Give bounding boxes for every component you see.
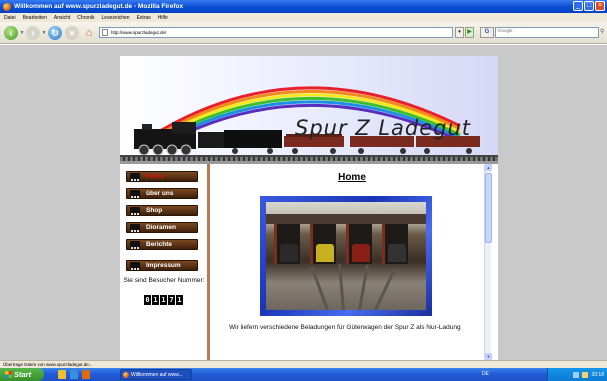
page-icon bbox=[102, 29, 108, 36]
visitor-counter: 0 1 1 7 1 bbox=[144, 295, 183, 305]
menu-extras[interactable]: Extras bbox=[137, 15, 151, 21]
nav-label: über uns bbox=[146, 190, 174, 197]
content-scrollbar[interactable]: ▲ ▼ bbox=[484, 164, 492, 360]
nav-label: Dioramen bbox=[146, 224, 176, 231]
reload-icon[interactable]: ↻ bbox=[48, 26, 62, 40]
photo-rail bbox=[374, 267, 397, 310]
main-content: Home Wir liefern verschiedene Beladungen… bbox=[213, 164, 492, 360]
description-text: Wir liefern verschiedene Beladungen für … bbox=[229, 324, 461, 331]
windows-logo-icon bbox=[5, 371, 12, 378]
counter-digit: 7 bbox=[168, 295, 175, 305]
clock: 20:18 bbox=[591, 371, 604, 378]
search-engine-icon[interactable]: G bbox=[480, 27, 494, 38]
train-illustration bbox=[134, 122, 480, 156]
photo-frame bbox=[260, 196, 432, 316]
locomotive-icon bbox=[130, 241, 140, 249]
locomotive-icon bbox=[130, 173, 140, 181]
nav-label: Berichte bbox=[146, 241, 173, 248]
site-banner: Spur Z Ladegut bbox=[120, 56, 498, 161]
taskbar-firefox-item[interactable]: Willkommen auf www... bbox=[120, 369, 192, 380]
maximize-button[interactable]: □ bbox=[584, 1, 594, 11]
start-label: Start bbox=[14, 370, 32, 379]
network-icon[interactable] bbox=[573, 371, 580, 378]
navigation-toolbar: ‹ ▼ › ▼ ↻ ✕ ⌂ ▾ ▶ G ⚲ bbox=[0, 22, 607, 44]
firefox-icon bbox=[123, 371, 129, 378]
nav-home-button[interactable]: Home bbox=[126, 171, 198, 182]
go-arrow-icon[interactable]: ▶ bbox=[465, 27, 474, 38]
roundhouse-photo bbox=[266, 202, 426, 310]
counter-digit: 1 bbox=[152, 295, 159, 305]
photo-rail bbox=[310, 266, 329, 310]
menu-chronik[interactable]: Chronik bbox=[77, 15, 94, 21]
quicklaunch-folder-icon[interactable] bbox=[58, 370, 66, 379]
address-bar[interactable] bbox=[99, 27, 453, 38]
counter-digit: 1 bbox=[176, 295, 183, 305]
close-button[interactable]: × bbox=[595, 1, 605, 11]
nav-dioramen-button[interactable]: Dioramen bbox=[126, 222, 198, 233]
menu-datei[interactable]: Datei bbox=[4, 15, 16, 21]
nav-label: Home bbox=[146, 173, 165, 180]
nav-shop-button[interactable]: Shop bbox=[126, 205, 198, 216]
locomotive-icon bbox=[130, 262, 140, 270]
browser-viewport: Spur Z Ladegut Home über uns Shop Dioram… bbox=[0, 45, 607, 360]
photo-rail bbox=[358, 264, 369, 310]
home-icon[interactable]: ⌂ bbox=[82, 26, 96, 40]
taskitem-label: Willkommen auf www... bbox=[131, 371, 183, 378]
menu-hilfe[interactable]: Hilfe bbox=[158, 15, 168, 21]
photo-rail bbox=[337, 264, 345, 310]
forward-arrow-icon[interactable]: › bbox=[26, 26, 40, 40]
windows-taskbar: Start Willkommen auf www... DE 20:18 bbox=[0, 368, 607, 381]
search-box[interactable] bbox=[495, 27, 599, 38]
back-history-dropdown-icon[interactable]: ▼ bbox=[19, 26, 25, 40]
window-title: Willkommen auf www.spurzladegut.de - Moz… bbox=[14, 3, 184, 10]
nav-impressum-button[interactable]: Impressum bbox=[126, 260, 198, 271]
scroll-down-icon[interactable]: ▼ bbox=[485, 353, 492, 360]
locomotive-icon bbox=[130, 190, 140, 198]
page-title: Home bbox=[338, 172, 366, 183]
photo-locomotive bbox=[316, 244, 334, 262]
search-icon[interactable]: ⚲ bbox=[600, 28, 604, 35]
firefox-icon bbox=[3, 2, 11, 11]
photo-roof bbox=[266, 214, 426, 224]
menu-lesezeichen[interactable]: Lesezeichen bbox=[102, 15, 130, 21]
url-dropdown-icon[interactable]: ▾ bbox=[455, 27, 464, 38]
photo-locomotive bbox=[388, 244, 406, 262]
nav-berichte-button[interactable]: Berichte bbox=[126, 239, 198, 250]
back-arrow-icon[interactable]: ‹ bbox=[4, 26, 18, 40]
menu-bar: Datei Bearbeiten Ansicht Chronik Lesezei… bbox=[0, 13, 607, 22]
left-navigation: Home über uns Shop Dioramen Berichte Imp… bbox=[120, 164, 210, 360]
menu-bearbeiten[interactable]: Bearbeiten bbox=[23, 15, 47, 21]
scroll-thumb[interactable] bbox=[485, 173, 492, 243]
scroll-up-icon[interactable]: ▲ bbox=[485, 164, 492, 171]
minimize-button[interactable]: _ bbox=[573, 1, 583, 11]
quicklaunch-browser-icon[interactable] bbox=[70, 370, 78, 379]
locomotive-icon bbox=[130, 224, 140, 232]
stop-icon[interactable]: ✕ bbox=[65, 26, 79, 40]
forward-history-dropdown-icon[interactable]: ▼ bbox=[41, 26, 47, 40]
website-container: Spur Z Ladegut Home über uns Shop Dioram… bbox=[120, 56, 498, 360]
url-input[interactable] bbox=[111, 30, 411, 35]
status-bar: Übertrage Daten von www.spurzladegut.de.… bbox=[0, 360, 607, 368]
language-indicator[interactable]: DE bbox=[482, 371, 489, 377]
visitor-label: Sie sind Besucher Nummer: bbox=[123, 277, 205, 284]
counter-digit: 0 bbox=[144, 295, 151, 305]
quicklaunch-firefox-icon[interactable] bbox=[82, 370, 90, 379]
nav-label: Impressum bbox=[146, 262, 181, 269]
counter-digit: 1 bbox=[160, 295, 167, 305]
system-tray: 20:18 bbox=[547, 368, 607, 381]
locomotive-icon bbox=[130, 207, 140, 215]
window-titlebar: Willkommen auf www.spurzladegut.de - Moz… bbox=[0, 0, 607, 13]
window-controls: _ □ × bbox=[573, 1, 605, 11]
nav-ueber-uns-button[interactable]: über uns bbox=[126, 188, 198, 199]
nav-label: Shop bbox=[146, 207, 163, 214]
start-button[interactable]: Start bbox=[0, 368, 44, 381]
volume-icon[interactable] bbox=[582, 371, 589, 378]
photo-locomotive bbox=[280, 244, 298, 262]
banner-title: Spur Z Ladegut bbox=[295, 116, 472, 140]
menu-ansicht[interactable]: Ansicht bbox=[54, 15, 70, 21]
photo-locomotive bbox=[352, 244, 370, 262]
search-input[interactable] bbox=[496, 28, 591, 33]
